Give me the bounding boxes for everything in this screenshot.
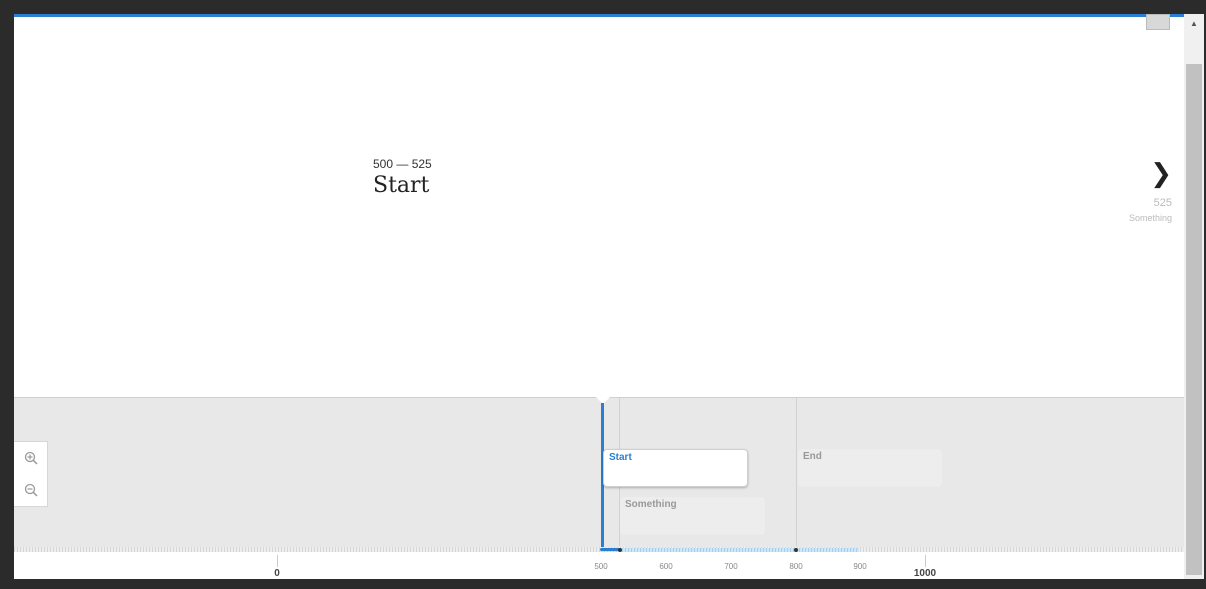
slide-date: 500 — 525	[373, 157, 432, 171]
axis-minor-label: 800	[789, 562, 803, 571]
axis-major-tick	[925, 555, 926, 567]
marker-title: Something	[625, 499, 677, 510]
time-axis: 0 1000 500 600 700 800 900	[14, 547, 1184, 579]
axis-minor-label: 700	[724, 562, 738, 571]
marker-title: Start	[609, 452, 632, 463]
chevron-right-icon[interactable]: ❯	[1129, 159, 1172, 189]
axis-current-highlight	[600, 548, 620, 551]
zoom-controls	[14, 441, 48, 507]
axis-event-dot	[618, 548, 622, 552]
axis-major-tick	[277, 555, 278, 567]
next-slide-date: 525	[1153, 197, 1172, 209]
timeline-viewport: 500 — 525 Start ❯ 525 Something Start So…	[14, 14, 1184, 579]
timeline-marker-start[interactable]: Start	[603, 449, 748, 487]
timeline-marker-end[interactable]: End	[798, 449, 942, 487]
zoom-out-icon[interactable]	[24, 483, 38, 497]
axis-major-label: 0	[274, 568, 280, 579]
axis-minor-label: 500	[594, 562, 608, 571]
next-slide-title: Something	[1128, 213, 1172, 223]
current-slide: 500 — 525 Start	[373, 157, 432, 198]
scrollbar-thumb[interactable]	[1186, 64, 1202, 575]
timeline-navigator[interactable]: Start Something End 0 1000 500 600 700 8…	[14, 397, 1184, 579]
next-slide-button[interactable]: ❯ 525 Something	[1129, 159, 1172, 223]
era-divider	[796, 398, 797, 546]
marker-title: End	[803, 451, 822, 462]
axis-minor-label: 900	[853, 562, 867, 571]
zoom-out-button[interactable]	[14, 474, 47, 506]
slide-headline: Start	[373, 173, 430, 198]
axis-era-highlight	[601, 548, 859, 552]
axis-ticks	[14, 547, 1184, 552]
image-thumbnail-button[interactable]	[1146, 14, 1170, 30]
axis-minor-label: 600	[659, 562, 673, 571]
timeline-marker-something[interactable]: Something	[620, 497, 765, 535]
scroll-up-arrow-icon[interactable]: ▲	[1184, 14, 1204, 32]
top-accent-bar	[14, 14, 1184, 17]
zoom-in-button[interactable]	[14, 442, 47, 474]
vertical-scrollbar[interactable]: ▲	[1184, 14, 1204, 579]
axis-event-dot	[794, 548, 798, 552]
zoom-in-icon[interactable]	[24, 451, 38, 465]
axis-major-label: 1000	[913, 568, 937, 579]
